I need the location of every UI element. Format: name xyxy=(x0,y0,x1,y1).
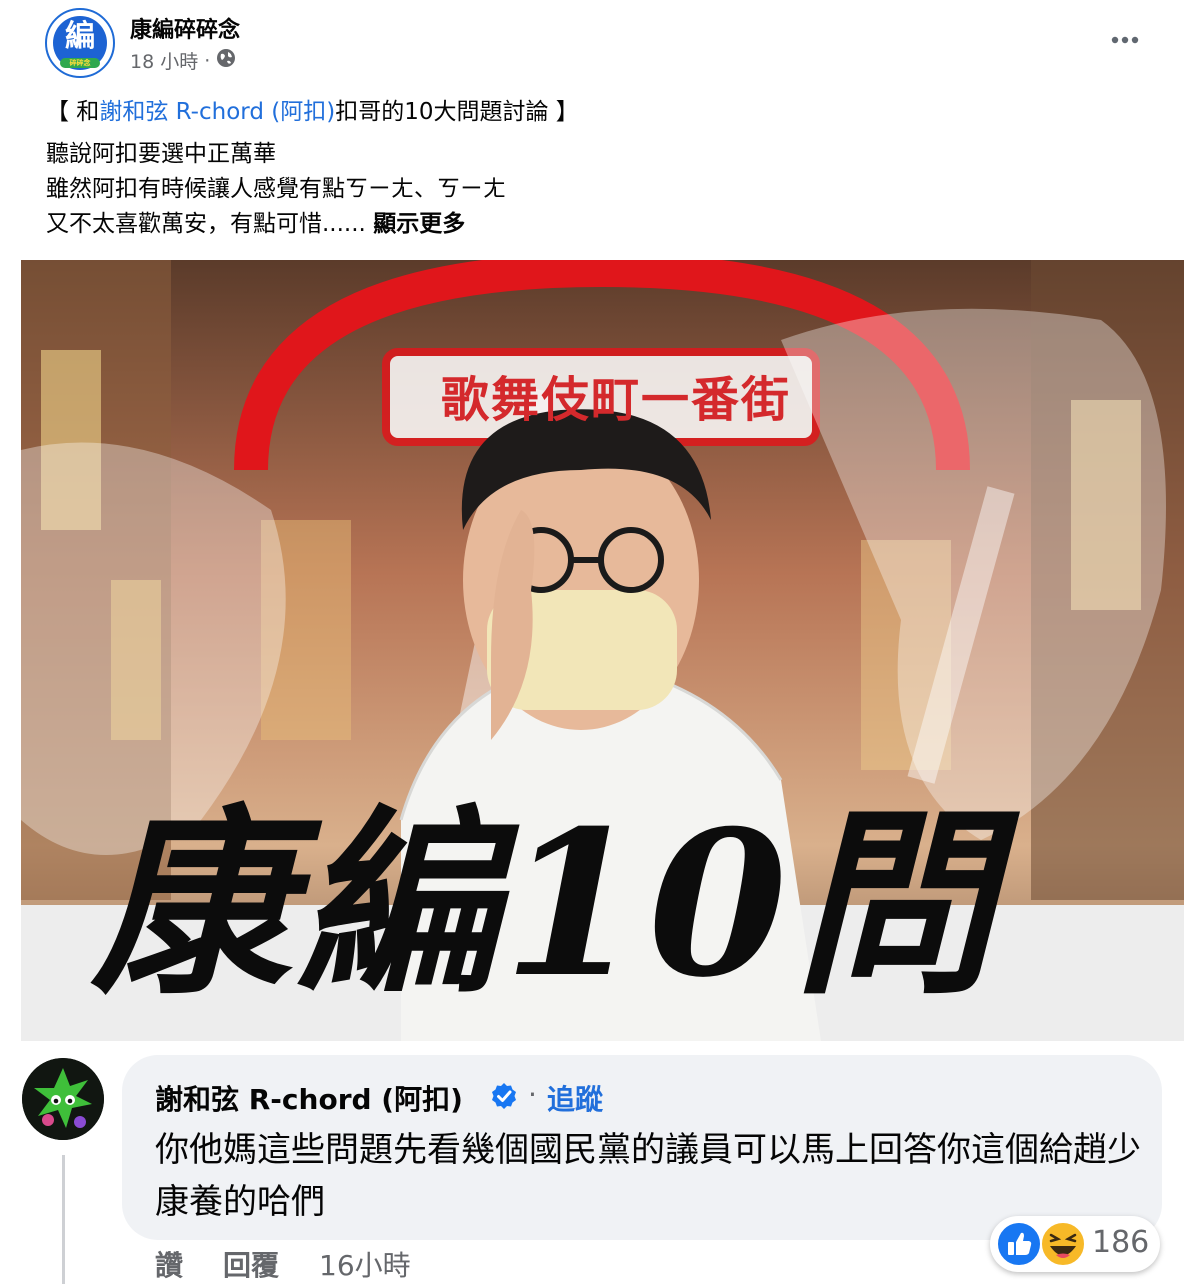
follow-button[interactable]: 追蹤 xyxy=(547,1078,603,1118)
more-options-icon xyxy=(1111,36,1139,44)
comment-like-button[interactable]: 讚 xyxy=(155,1249,183,1282)
meta-separator: · xyxy=(204,49,211,72)
comment-avatar-icon xyxy=(22,1058,104,1140)
comment-reply-button[interactable]: 回覆 xyxy=(223,1249,279,1282)
comment-timestamp[interactable]: 16小時 xyxy=(319,1249,411,1282)
globe-icon xyxy=(216,48,236,73)
avatar-logo-tag: 碎碎念 xyxy=(60,58,100,68)
post-meta: 18 小時 · xyxy=(130,47,236,74)
reaction-count: 186 xyxy=(1092,1225,1150,1260)
post-timestamp[interactable]: 18 小時 xyxy=(130,51,198,73)
post-photo[interactable]: 歌舞伎町一番街 康編10問 xyxy=(21,260,1184,1041)
post-body-line: 又不太喜歡萬安，有點可惜...... 顯示更多 xyxy=(46,207,506,242)
photo-big-title: 康編10問 xyxy=(91,787,1000,1022)
post-body-line: 雖然阿扣有時候讓人感覺有點ㄎㄧㄤ、ㄎㄧㄤ xyxy=(46,176,506,202)
post-body-line-text: 又不太喜歡萬安，有點可惜...... xyxy=(46,211,366,237)
page-avatar-logo: 編 碎碎念 xyxy=(53,16,107,70)
post-title-suffix: 扣哥的10大問題討論 】 xyxy=(335,99,579,125)
post-body: 聽說阿扣要選中正萬華 雖然阿扣有時候讓人感覺有點ㄎㄧㄤ、ㄎㄧㄤ 又不太喜歡萬安，… xyxy=(46,137,506,242)
post-title-prefix: 【 和 xyxy=(46,99,100,125)
comment-thread-line xyxy=(62,1155,65,1284)
verified-badge-icon xyxy=(490,1082,518,1114)
comment-text: 你他媽這些問題先看幾個國民黨的議員可以馬上回答你這個給趙少康養的哈們 xyxy=(155,1130,1141,1222)
post-title: 【 和謝和弦 R-chord (阿扣)扣哥的10大問題討論 】 xyxy=(46,92,579,126)
post-body-line: 聽說阿扣要選中正萬華 xyxy=(46,141,276,167)
comment-reactions[interactable]: 186 xyxy=(990,1216,1160,1272)
mention-link[interactable]: 謝和弦 R-chord (阿扣) xyxy=(99,99,335,125)
see-more-link[interactable]: 顯示更多 xyxy=(373,211,465,237)
comment-avatar[interactable] xyxy=(22,1058,104,1140)
avatar-logo-char: 編 xyxy=(65,19,95,54)
comment-author-link[interactable]: 謝和弦 R-chord (阿扣) xyxy=(155,1078,463,1118)
photo-banner-text: 歌舞伎町一番街 xyxy=(440,372,791,428)
page-name-link[interactable]: 康編碎碎念 xyxy=(130,12,240,44)
more-options-button[interactable] xyxy=(1105,24,1145,56)
haha-reaction-icon xyxy=(1040,1221,1086,1271)
facebook-post: 編 碎碎念 康編碎碎念 18 小時 · 【 和謝和弦 R-chord (阿扣)扣哥… xyxy=(0,0,1200,1284)
comment-separator: · xyxy=(528,1078,537,1111)
page-avatar[interactable]: 編 碎碎念 xyxy=(45,8,115,78)
comment-actions: 讚 回覆 16小時 xyxy=(155,1244,411,1284)
like-reaction-icon xyxy=(996,1221,1042,1271)
